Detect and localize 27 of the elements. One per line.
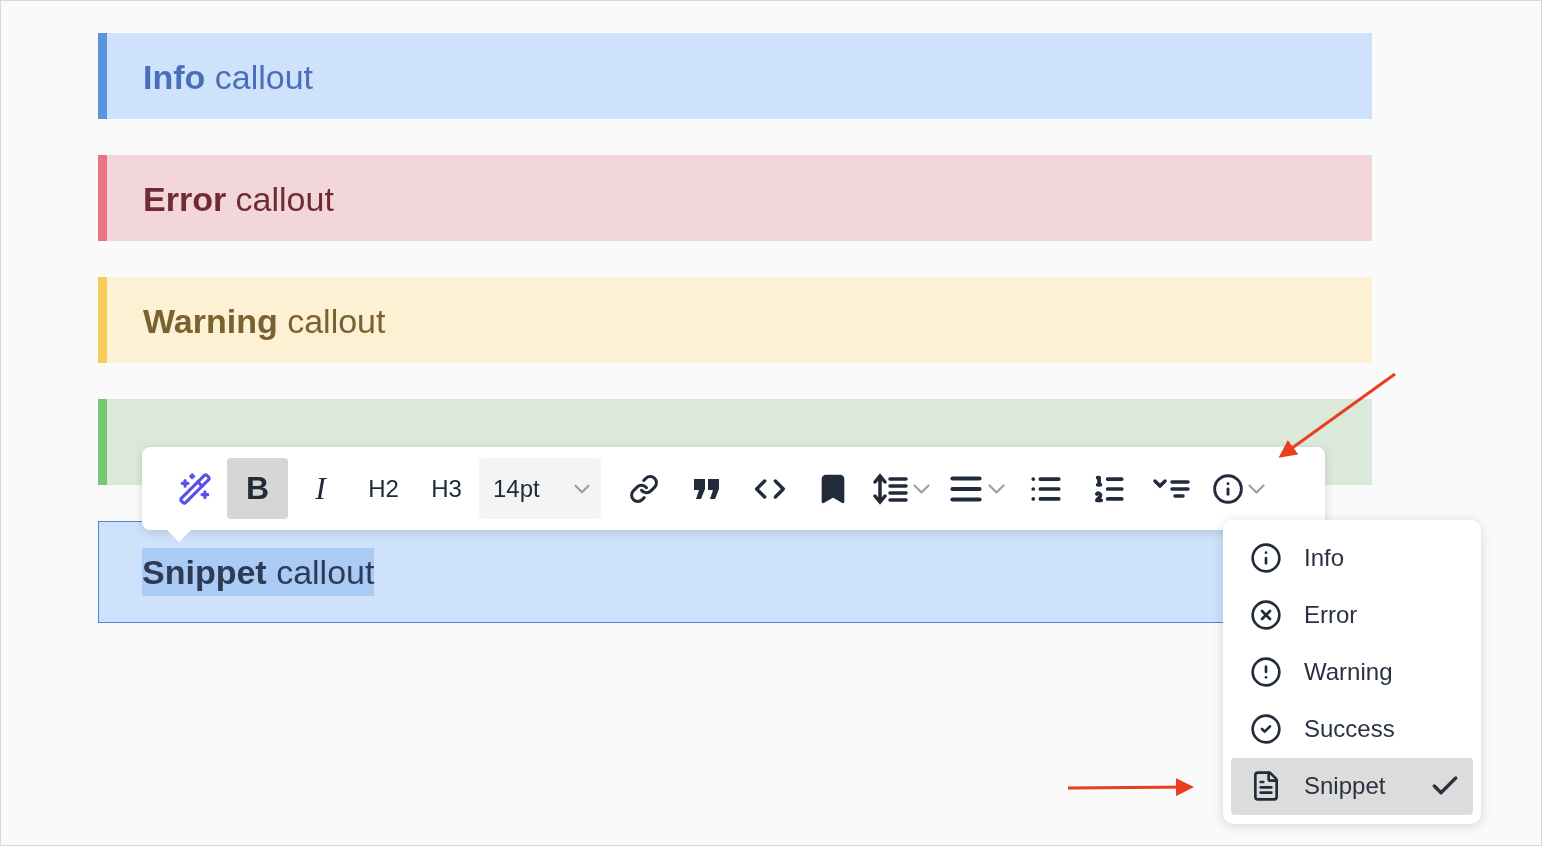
- circle-x-icon: [1250, 598, 1282, 631]
- magic-wand-icon: [177, 471, 212, 506]
- format-button[interactable]: I: [290, 458, 351, 519]
- quote-icon: [692, 477, 721, 500]
- menu-item[interactable]: Info: [1231, 529, 1473, 587]
- format-button[interactable]: H2: [353, 458, 414, 519]
- callout-text: Snippet callout: [142, 548, 375, 596]
- info-icon: [1212, 472, 1244, 505]
- chevron-down-icon: [988, 483, 1005, 494]
- info-icon: [1250, 541, 1282, 574]
- link-icon: [628, 473, 659, 504]
- callout-text: Error callout: [143, 179, 334, 220]
- chevron-down-icon: [1248, 483, 1265, 494]
- circle-exclamation-icon: [1250, 656, 1282, 688]
- format-button[interactable]: B: [227, 458, 288, 519]
- format-button[interactable]: H3: [416, 458, 477, 519]
- font-size-select[interactable]: 14pt: [479, 458, 601, 519]
- line-height-icon: [873, 471, 909, 506]
- menu-item[interactable]: Warning: [1231, 643, 1473, 701]
- menu-item[interactable]: Success: [1231, 700, 1473, 758]
- circle-check-icon: [1250, 713, 1282, 746]
- chevron-down-icon: [913, 483, 930, 494]
- callout-text: Warning callout: [143, 301, 386, 342]
- checklist-icon: [1152, 476, 1191, 501]
- menu-item[interactable]: Snippet: [1231, 757, 1473, 815]
- menu-item[interactable]: Error: [1231, 586, 1473, 644]
- callout-text: Info callout: [143, 57, 314, 98]
